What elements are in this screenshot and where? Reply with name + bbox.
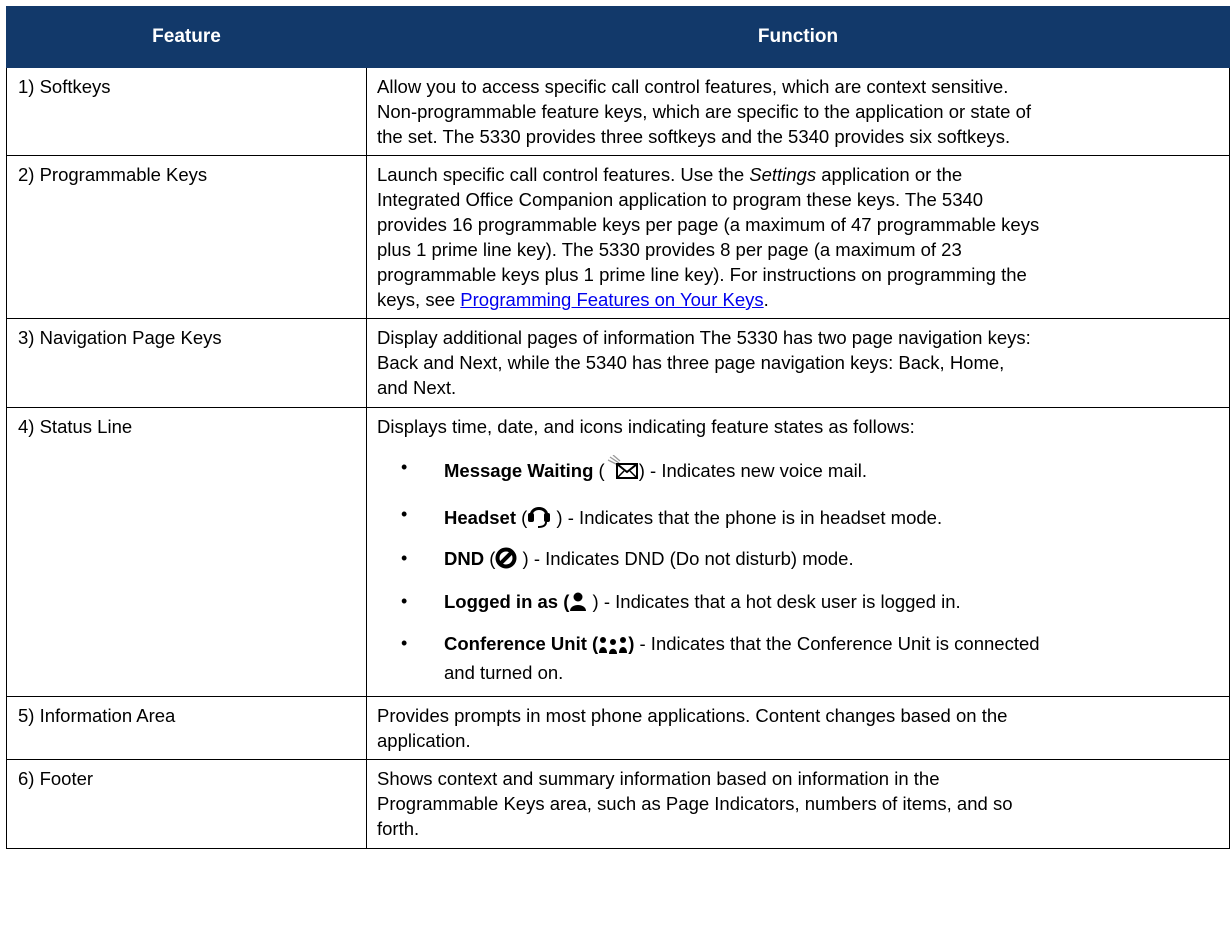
feature-state-list: • Message Waiting () - Indicates new voi… [377,454,1219,685]
feature-table-page: Feature Function 1) Softkeys Allow you t… [6,6,1230,849]
paren-open: ( [515,507,528,528]
text-fragment: application or the [816,164,963,185]
text-line: keys, see Programming Features on Your K… [377,287,1219,312]
table-row: 2) Programmable Keys Launch specific cal… [6,155,1230,319]
function-cell: Display additional pages of information … [366,318,1230,408]
text-line: Allow you to access specific call contro… [377,76,1009,97]
state-label: Logged in as ( [444,591,570,612]
table-row: 5) Information Area Provides prompts in … [6,696,1230,760]
feature-cell: 3) Navigation Page Keys [6,318,367,408]
text-line: application. [377,730,471,751]
feature-cell: 4) Status Line [6,407,367,697]
state-description: - Indicates DND (Do not disturb) mode. [528,548,854,569]
table-row: 6) Footer Shows context and summary info… [6,759,1230,849]
bullet: • [401,548,408,568]
paren-open: ( [484,548,496,569]
header-function: Function [366,6,1230,68]
list-item: • Message Waiting () - Indicates new voi… [377,454,1219,487]
paren-close: ) [517,548,529,569]
text-line: programmable keys plus 1 prime line key)… [377,264,1027,285]
paren-open: ( [593,460,605,481]
text-line: plus 1 prime line key). The 5330 provide… [377,239,962,260]
feature-function-table: Feature Function 1) Softkeys Allow you t… [6,6,1230,849]
feature-cell: 6) Footer [6,759,367,849]
function-cell: Allow you to access specific call contro… [366,67,1230,156]
state-description: - Indicates that the phone is in headset… [562,507,943,528]
paren-close: ) [551,507,563,528]
text-line: provides 16 programmable keys per page (… [377,214,1040,235]
table-header-row: Feature Function [6,6,1230,68]
state-label: Conference Unit ( [444,633,599,654]
state-description-cont: and turned on. [444,662,564,683]
text-line: Launch specific call control features. U… [377,162,1219,187]
state-label: Headset [444,507,516,528]
text-line: Programmable Keys area, such as Page Ind… [377,793,1013,814]
feature-cell: 5) Information Area [6,696,367,760]
dnd-icon [495,547,517,575]
text-fragment: keys, see [377,289,461,310]
feature-cell: 1) Softkeys [6,67,367,156]
function-cell: Provides prompts in most phone applicati… [366,696,1230,760]
function-cell: Shows context and summary information ba… [366,759,1230,849]
bullet: • [401,504,408,524]
function-cell: Launch specific call control features. U… [366,155,1230,319]
settings-app-name: Settings [749,164,817,185]
text-fragment: . [763,289,769,310]
function-cell: Displays time, date, and icons indicatin… [366,407,1230,697]
state-label: DND [444,548,485,569]
conference-unit-icon [598,635,628,660]
text-line: the set. The 5330 provides three softkey… [377,126,1011,147]
text-fragment: Launch specific call control features. U… [377,164,750,185]
header-feature: Feature [6,6,367,68]
programming-features-link[interactable]: Programming Features on Your Keys [460,289,763,310]
list-item: • Conference Unit () - Indicates that th… [377,631,1219,685]
bullet: • [401,457,408,477]
user-icon [569,592,587,618]
paren-close: ) [587,591,599,612]
list-item: • DND ( ) - Indicates DND (Do not distur… [377,546,1219,575]
text-line: Provides prompts in most phone applicati… [377,705,1008,726]
text-line: Integrated Office Companion application … [377,189,984,210]
text-line: Shows context and summary information ba… [377,768,940,789]
text-line: forth. [377,818,420,839]
text-line: Back and Next, while the 5340 has three … [377,352,1005,373]
state-description: - Indicates new voice mail. [644,460,867,481]
text-line: Non-programmable feature keys, which are… [377,101,1031,122]
text-line: and Next. [377,377,457,398]
state-description: - Indicates that the Conference Unit is … [634,633,1040,654]
bullet: • [401,591,408,611]
feature-cell: 2) Programmable Keys [6,155,367,319]
headset-icon [527,502,551,534]
table-row: 4) Status Line Displays time, date, and … [6,407,1230,697]
list-item: • Logged in as ( ) - Indicates that a ho… [377,589,1219,618]
bullet: • [401,633,408,653]
state-label: Message Waiting [444,460,594,481]
list-item: • Headset ( ) - Indicates that the phone… [377,502,1219,534]
table-row: 1) Softkeys Allow you to access specific… [6,67,1230,156]
message-waiting-icon [605,454,639,487]
table-row: 3) Navigation Page Keys Display addition… [6,318,1230,408]
text-line: Displays time, date, and icons indicatin… [377,416,915,437]
text-line: Display additional pages of information … [377,327,1031,348]
state-description: - Indicates that a hot desk user is logg… [598,591,961,612]
